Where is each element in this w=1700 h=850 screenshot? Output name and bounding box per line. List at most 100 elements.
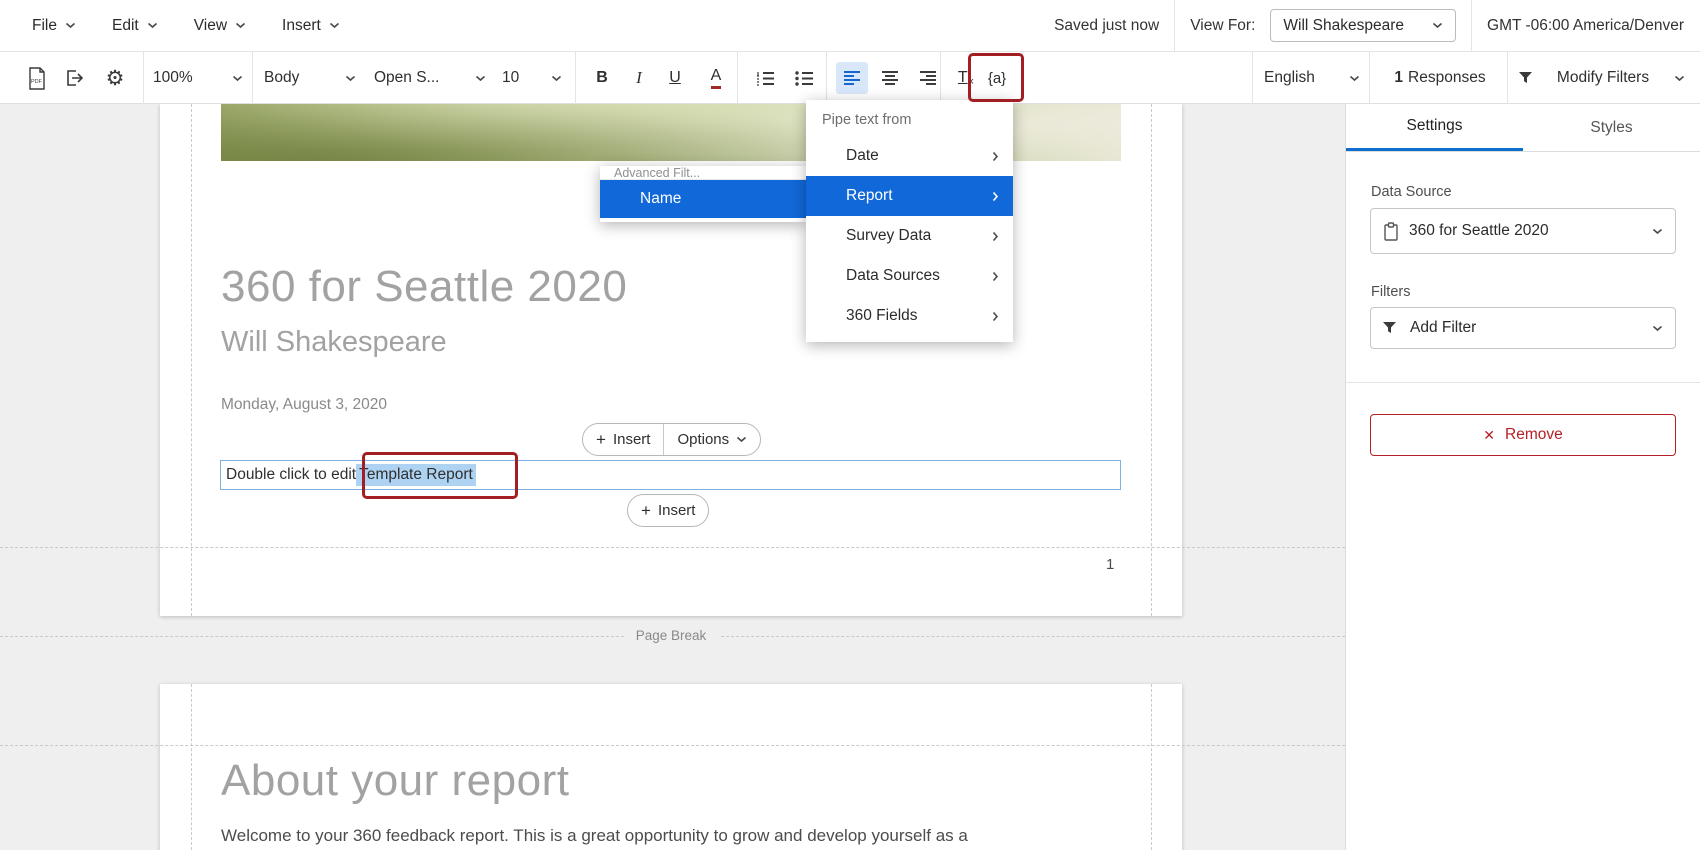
pipe-menu-item-survey-data-label: Survey Data — [846, 227, 931, 245]
insert-block-button[interactable]: + Insert — [628, 495, 708, 526]
divider — [1471, 0, 1472, 52]
underline-button[interactable]: U — [657, 52, 693, 104]
ordered-list-button[interactable] — [746, 52, 784, 104]
chevron-down-icon — [736, 436, 747, 443]
margin-guide — [191, 684, 192, 850]
font-family-select[interactable]: Open S... — [374, 52, 486, 104]
filter-funnel-icon — [1519, 72, 1532, 84]
paragraph-style-select[interactable]: Body — [264, 52, 356, 104]
page2-title[interactable]: About your report — [221, 756, 569, 806]
margin-guide — [1151, 104, 1152, 616]
options-button[interactable]: Options — [664, 424, 760, 455]
plus-icon: + — [641, 502, 651, 519]
zoom-select[interactable]: 100% — [153, 52, 243, 104]
data-source-select[interactable]: 360 for Seattle 2020 — [1370, 208, 1676, 254]
pipe-menu-item-report[interactable]: Report — [806, 176, 1013, 216]
report-title[interactable]: 360 for Seattle 2020 — [221, 262, 627, 312]
divider — [143, 52, 144, 104]
italic-button[interactable]: I — [621, 52, 657, 104]
divider — [1252, 52, 1253, 104]
export-button[interactable] — [58, 52, 92, 104]
menu-view[interactable]: View — [194, 17, 246, 35]
menu-edit[interactable]: Edit — [112, 17, 158, 35]
pipe-menu-item-report-label: Report — [846, 187, 893, 205]
toolbar: PDF ⚙ 100% Body Open S... — [0, 52, 1700, 104]
pipe-text-menu: Pipe text from Date Report Survey Data D… — [806, 100, 1013, 342]
submenu-item-name[interactable]: Name — [600, 180, 806, 218]
language-select[interactable]: English — [1264, 52, 1360, 104]
timezone-label: GMT -06:00 America/Denver — [1487, 17, 1684, 35]
pipe-menu-header: Pipe text from — [806, 104, 1013, 136]
view-for-label: View For: — [1190, 17, 1255, 35]
export-pdf-button[interactable]: PDF — [20, 52, 54, 104]
options-button-label: Options — [677, 431, 729, 448]
chevron-down-icon — [235, 22, 246, 29]
page2-body-text[interactable]: Welcome to your 360 feedback report. Thi… — [221, 826, 1101, 846]
pipe-menu-item-date-label: Date — [846, 147, 879, 165]
font-size-value: 10 — [502, 69, 519, 87]
remove-button-label: Remove — [1505, 426, 1563, 444]
tab-settings[interactable]: Settings — [1346, 104, 1523, 151]
divider — [575, 52, 576, 104]
modify-filters-button[interactable]: Modify Filters — [1519, 52, 1685, 104]
font-size-select[interactable]: 10 — [502, 52, 562, 104]
divider — [252, 52, 253, 104]
align-center-button[interactable] — [872, 52, 908, 104]
gear-icon: ⚙ — [106, 66, 125, 91]
svg-text:PDF: PDF — [31, 79, 43, 85]
responses-count: 1 Responses — [1386, 52, 1494, 104]
pipe-menu-item-360-fields-label: 360 Fields — [846, 307, 918, 325]
underline-icon: U — [669, 69, 681, 87]
pipe-menu-item-data-sources-label: Data Sources — [846, 267, 940, 285]
partially-hidden-item: Advanced Filt... — [600, 166, 806, 180]
ordered-list-icon — [756, 71, 774, 86]
chevron-right-icon — [992, 151, 999, 162]
report-subtitle[interactable]: Will Shakespeare — [221, 326, 447, 359]
margin-guide — [0, 547, 1345, 548]
chevron-down-icon — [551, 75, 562, 82]
bold-button[interactable]: B — [584, 52, 620, 104]
divider — [1507, 52, 1508, 104]
filter-funnel-icon — [1383, 322, 1396, 334]
text-block[interactable]: Double click to edit Template Report — [220, 460, 1121, 490]
font-color-button[interactable]: A — [696, 52, 736, 104]
view-for-value: Will Shakespeare — [1283, 17, 1404, 35]
chevron-down-icon — [329, 22, 340, 29]
chevron-down-icon — [1652, 228, 1663, 235]
divider — [737, 52, 738, 104]
align-left-button[interactable] — [834, 52, 870, 104]
pipe-menu-item-data-sources[interactable]: Data Sources — [806, 256, 1013, 296]
bullet-list-button[interactable] — [785, 52, 823, 104]
data-source-label: Data Source — [1371, 184, 1452, 200]
align-center-icon — [874, 62, 906, 94]
margin-guide — [1151, 684, 1152, 850]
page-break-label: Page Break — [624, 626, 719, 646]
pipe-menu-item-date[interactable]: Date — [806, 136, 1013, 176]
insert-block-button-wrap: + Insert — [627, 494, 709, 527]
chevron-down-icon — [475, 75, 486, 82]
saved-status: Saved just now — [1054, 17, 1159, 35]
page-number: 1 — [1106, 556, 1114, 573]
filters-label: Filters — [1371, 284, 1410, 300]
report-date[interactable]: Monday, August 3, 2020 — [221, 396, 387, 414]
report-editor: File Edit View Insert Saved just now Vie… — [0, 0, 1700, 850]
add-filter-button[interactable]: Add Filter — [1370, 307, 1676, 349]
language-value: English — [1264, 69, 1315, 87]
italic-icon: I — [636, 68, 642, 88]
view-for-select[interactable]: Will Shakespeare — [1270, 9, 1456, 42]
insert-button[interactable]: + Insert — [583, 424, 663, 455]
pipe-menu-item-360-fields[interactable]: 360 Fields — [806, 296, 1013, 336]
export-icon — [65, 69, 85, 87]
tab-styles[interactable]: Styles — [1523, 104, 1700, 151]
insert-options-toolbar: + Insert Options — [582, 423, 761, 456]
pipe-menu-item-survey-data[interactable]: Survey Data — [806, 216, 1013, 256]
plus-icon: + — [596, 431, 606, 448]
settings-gear-button[interactable]: ⚙ — [98, 52, 132, 104]
remove-button[interactable]: ✕ Remove — [1370, 414, 1676, 456]
font-color-icon: A — [711, 68, 722, 89]
bullet-list-icon — [795, 71, 813, 86]
divider — [1174, 0, 1175, 52]
menu-file[interactable]: File — [32, 17, 76, 35]
menu-insert[interactable]: Insert — [282, 17, 340, 35]
divider — [940, 52, 941, 104]
